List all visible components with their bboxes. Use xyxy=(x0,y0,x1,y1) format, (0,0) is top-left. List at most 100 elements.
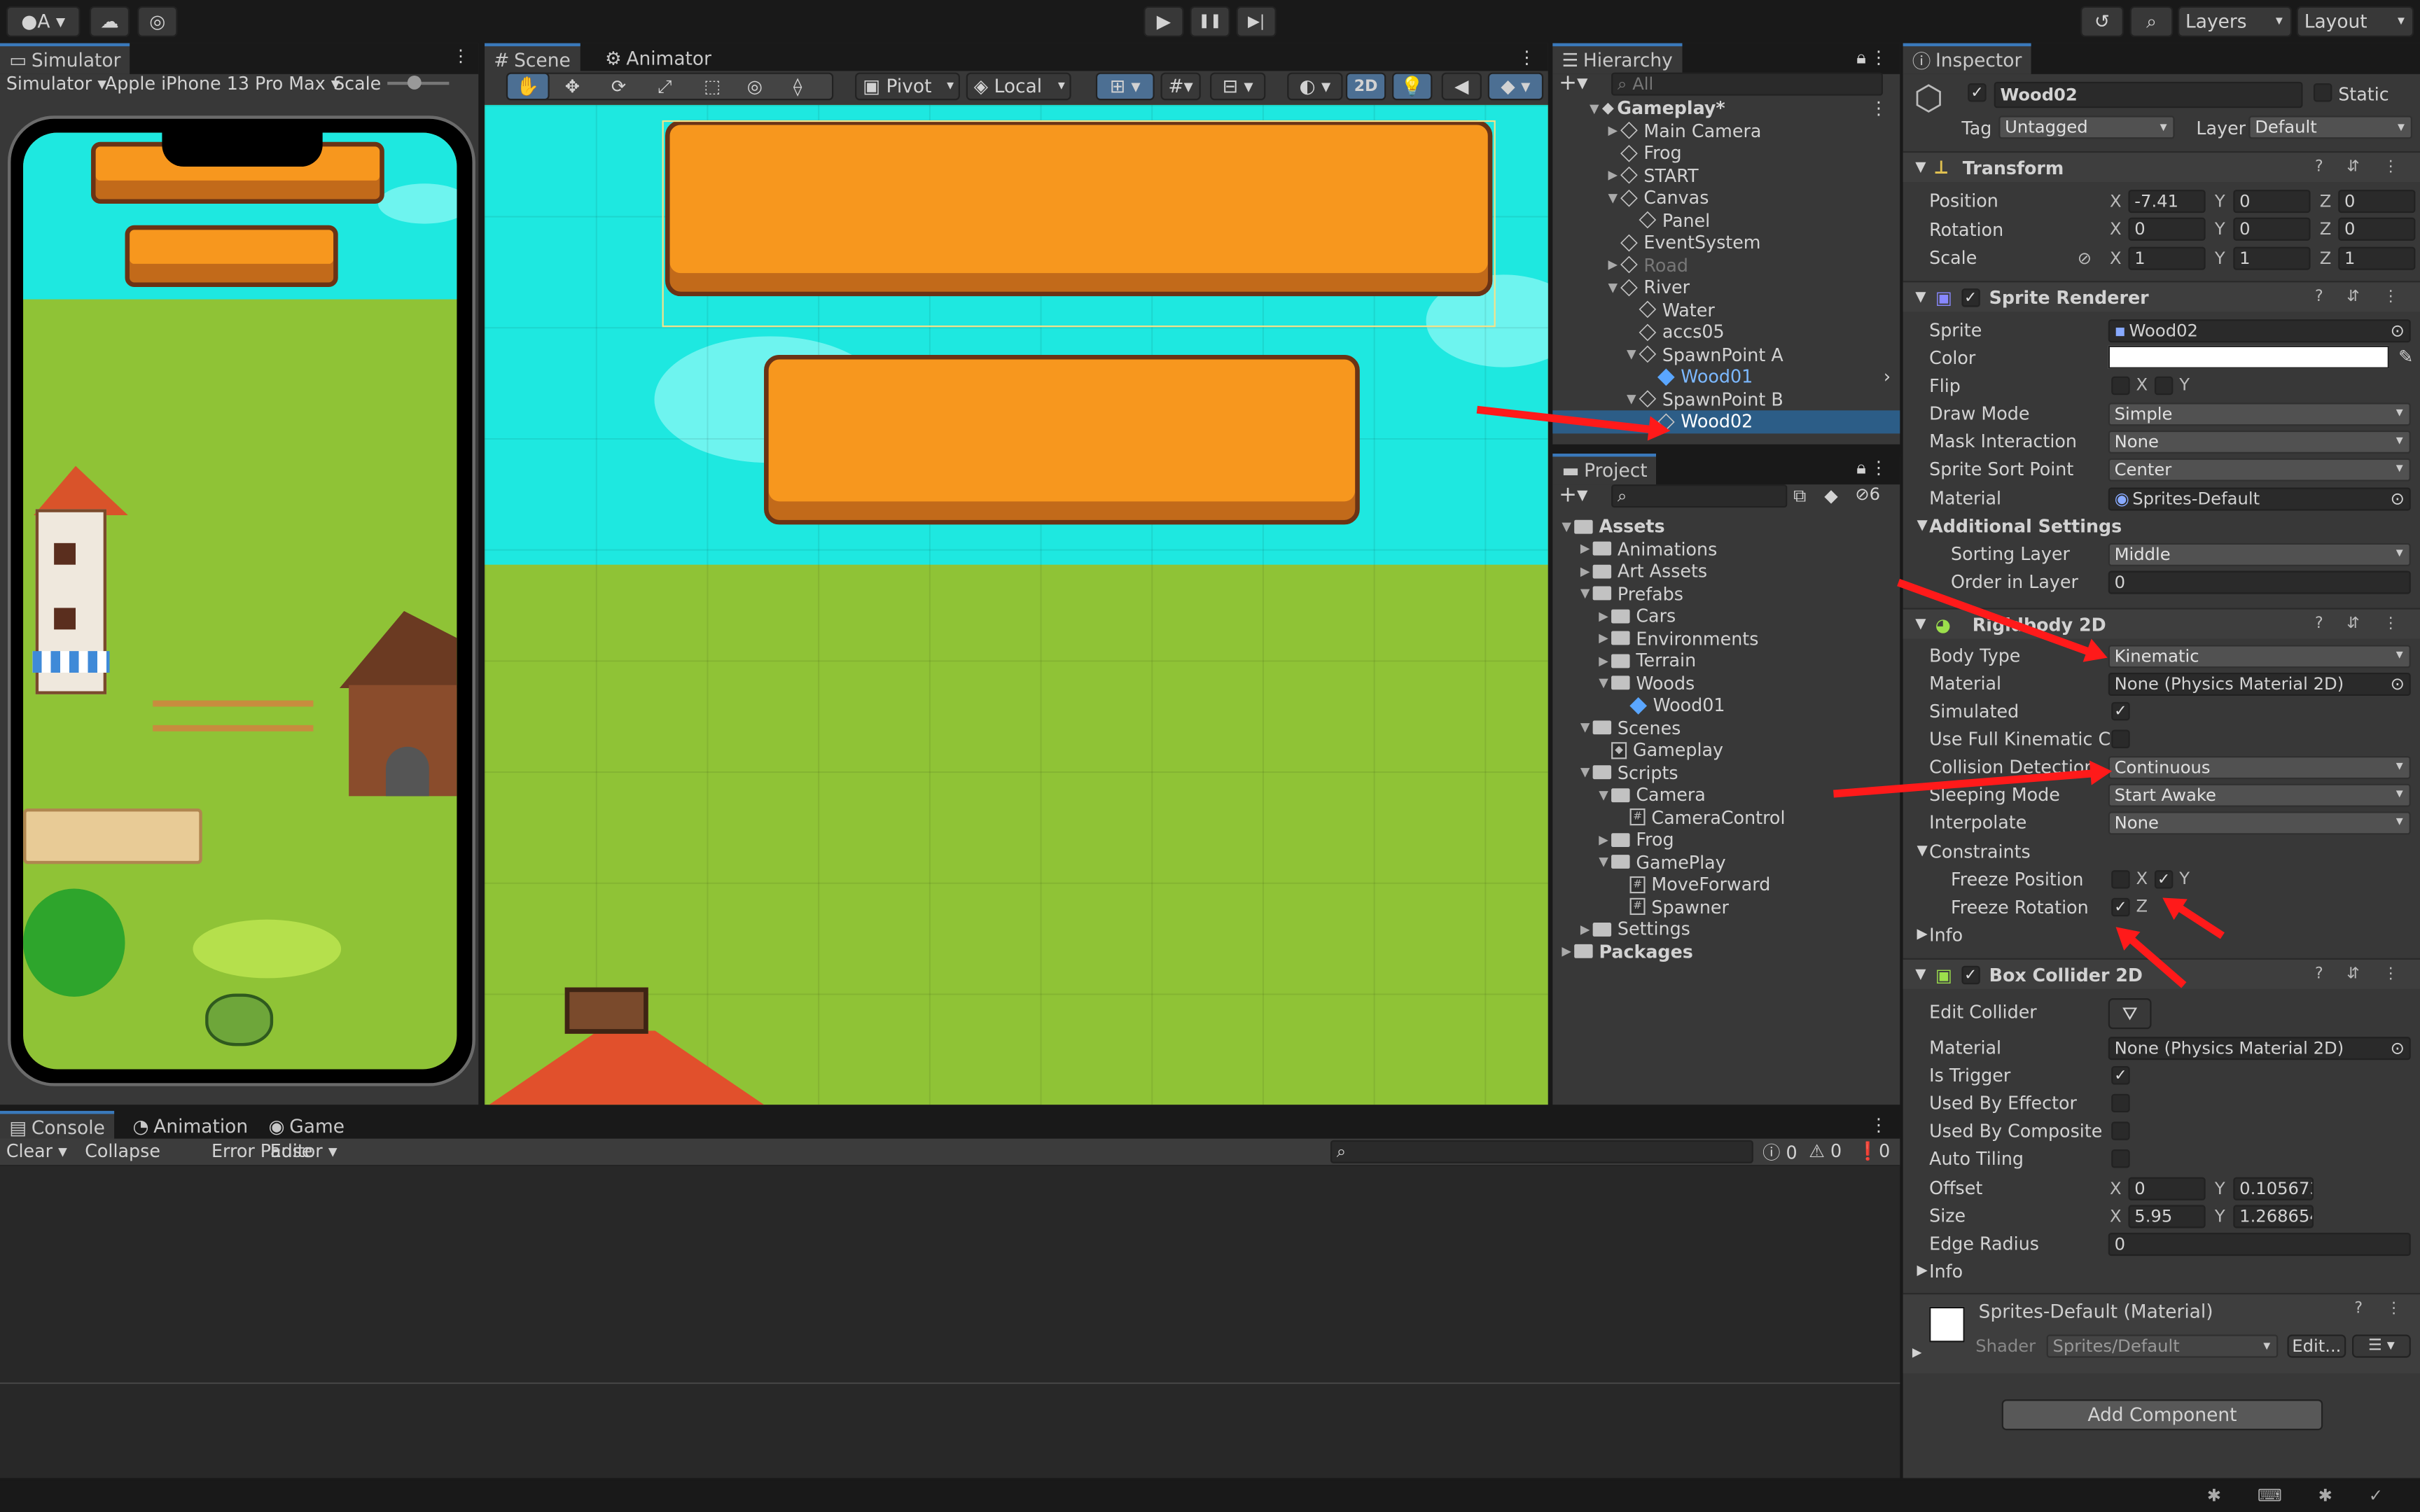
move-tool-icon[interactable]: ✥ xyxy=(565,76,580,97)
used-by-composite-checkbox[interactable] xyxy=(2111,1121,2130,1140)
scale-x-input[interactable]: 1 xyxy=(2128,246,2206,270)
mask-interaction-dropdown[interactable]: None xyxy=(2108,429,2411,453)
2d-toggle-button[interactable]: 2D xyxy=(1345,72,1386,101)
tab-animation[interactable]: ◔ Animation xyxy=(123,1111,257,1142)
account-dropdown[interactable]: ● A ▾ xyxy=(6,6,81,37)
undo-history-icon[interactable]: ↺ xyxy=(2080,6,2124,37)
project-item[interactable]: ▼ Scenes xyxy=(1552,717,1900,739)
body-type-dropdown[interactable]: Kinematic xyxy=(2108,644,2411,668)
project-item[interactable]: ▼ Prefabs xyxy=(1552,582,1900,605)
project-item[interactable]: ▶ Packages xyxy=(1552,940,1900,962)
position-y-input[interactable]: 0 xyxy=(2233,189,2311,213)
sprite-renderer-header[interactable]: ▼ ▣ ✓ Sprite Renderer? ⇵ ⋮ xyxy=(1903,281,2420,312)
size-x-input[interactable]: 5.95 xyxy=(2128,1204,2206,1228)
expand-arrow-icon[interactable]: ▼ xyxy=(1596,788,1611,802)
scale-y-input[interactable]: 1 xyxy=(2233,246,2311,270)
project-item[interactable]: ▶ Art Assets xyxy=(1552,560,1900,582)
color-swatch[interactable] xyxy=(2108,345,2389,369)
sprite-material-field[interactable]: ◉ Sprites-Default ⊙ xyxy=(2108,486,2411,510)
hierarchy-item[interactable]: ▼ Canvas xyxy=(1552,187,1900,209)
material-header-icons[interactable]: ? ⋮ xyxy=(2354,1301,2410,1317)
project-item[interactable]: # Spawner xyxy=(1552,895,1900,918)
collapse-arrow-icon[interactable]: ▶ xyxy=(1578,542,1593,556)
hierarchy-item[interactable]: ▶ Road xyxy=(1552,254,1900,276)
warning-toggle[interactable]: ⚠ 0 xyxy=(1809,1140,1842,1162)
shader-options-icon[interactable]: ☰ ▾ xyxy=(2352,1334,2411,1358)
project-item[interactable]: ◆ Gameplay xyxy=(1552,739,1900,762)
gameobject-name-input[interactable]: Wood02 xyxy=(1994,81,2303,108)
local-dropdown[interactable]: ◈ Local ▾ xyxy=(966,72,1071,101)
layout-dropdown[interactable]: Layout ▾ xyxy=(2296,6,2414,37)
hierarchy-item[interactable]: accs05 xyxy=(1552,321,1900,343)
scale-slider-handle[interactable] xyxy=(407,76,422,90)
more-menu-icon[interactable]: ⋮ xyxy=(1518,46,1536,68)
sprite-sort-point-dropdown[interactable]: Center xyxy=(2108,457,2411,481)
game-view[interactable] xyxy=(23,132,457,1070)
project-item[interactable]: ▼ Assets xyxy=(1552,515,1900,538)
freeze-position-y-checkbox[interactable]: ✓ xyxy=(2154,870,2174,889)
rotation-y-input[interactable]: 0 xyxy=(2233,217,2311,241)
console-search-input[interactable]: ⌕ xyxy=(1330,1140,1753,1163)
edge-radius-input[interactable]: 0 xyxy=(2108,1231,2411,1256)
hierarchy-item[interactable]: Water xyxy=(1552,298,1900,321)
project-item[interactable]: ▼ GamePlay xyxy=(1552,851,1900,874)
expand-material-icon[interactable]: ▶ xyxy=(1912,1345,1922,1359)
more-menu-icon[interactable]: ⋮ xyxy=(1870,456,1887,478)
expand-arrow-icon[interactable]: ▼ xyxy=(1624,347,1639,361)
status-icons[interactable]: ✱ ⌨ ✱ ✓ xyxy=(2207,1486,2398,1506)
hierarchy-search-input[interactable]: ⌕ All xyxy=(1611,72,1884,96)
edit-collider-button[interactable]: ⛛ xyxy=(2108,998,2152,1030)
info-toggle[interactable]: ⓘ 0 xyxy=(1762,1140,1797,1165)
tag-dropdown[interactable]: Untagged xyxy=(1998,115,2175,139)
is-trigger-checkbox[interactable]: ✓ xyxy=(2111,1066,2130,1085)
offset-x-input[interactable]: 0 xyxy=(2128,1176,2206,1200)
simulator-mode-dropdown[interactable]: Simulator ▾ xyxy=(6,73,106,94)
collapse-arrow-icon[interactable]: ▶ xyxy=(1578,923,1593,937)
project-item[interactable]: # CameraControl xyxy=(1552,806,1900,829)
additional-settings-row[interactable]: ▼ Additional Settings xyxy=(1907,512,2420,540)
hierarchy-item[interactable]: Panel xyxy=(1552,209,1900,232)
hierarchy-item[interactable]: ▼ SpawnPoint B xyxy=(1552,388,1900,410)
bc-info-row[interactable]: ▶ Info xyxy=(1907,1257,2420,1285)
collapse-arrow-icon[interactable]: ▶ xyxy=(1605,169,1620,183)
search-by-type-icon[interactable]: ⧉ xyxy=(1793,484,1806,507)
flip-y-checkbox[interactable] xyxy=(2154,376,2174,396)
expand-arrow-icon[interactable]: ▼ xyxy=(1624,392,1639,406)
step-button[interactable]: ▶| xyxy=(1236,6,1277,37)
collapse-arrow-icon[interactable]: ▶ xyxy=(1605,258,1620,272)
hierarchy-item[interactable]: ▼ ◆ Gameplay* ⋮ xyxy=(1552,97,1900,120)
project-item[interactable]: ▶ Settings xyxy=(1552,918,1900,940)
project-item[interactable]: ▶ Animations xyxy=(1552,538,1900,560)
used-by-effector-checkbox[interactable] xyxy=(2111,1093,2130,1113)
pause-button[interactable]: ❚❚ xyxy=(1190,6,1230,37)
project-item[interactable]: ▶ Frog xyxy=(1552,829,1900,851)
hierarchy-item[interactable]: Wood01 › xyxy=(1552,365,1900,388)
hierarchy-item[interactable]: ▼ River xyxy=(1552,276,1900,299)
tab-scene[interactable]: # Scene xyxy=(485,43,580,74)
bc-material-field[interactable]: None (Physics Material 2D) ⊙ xyxy=(2108,1036,2411,1060)
collapse-arrow-icon[interactable]: ▶ xyxy=(1559,944,1574,958)
expand-arrow-icon[interactable]: ▼ xyxy=(1578,587,1593,601)
project-item[interactable]: ▶ Environments xyxy=(1552,627,1900,650)
add-component-button[interactable]: Add Component xyxy=(2001,1399,2323,1431)
play-button[interactable]: ▶ xyxy=(1143,6,1184,37)
offset-y-input[interactable]: 0.105673 xyxy=(2233,1176,2314,1200)
cloud-icon[interactable]: ☁ xyxy=(89,6,130,37)
collapse-arrow-icon[interactable]: ▶ xyxy=(1596,654,1611,668)
sprite-field[interactable]: ▪ Wood02 ⊙ xyxy=(2108,318,2411,342)
rb-info-row[interactable]: ▶ Info xyxy=(1907,921,2420,949)
collapse-arrow-icon[interactable]: ▶ xyxy=(1578,564,1593,578)
scene-viewport[interactable] xyxy=(485,104,1548,1105)
collab-icon[interactable]: ◎ xyxy=(137,6,178,37)
draw-mode-icon[interactable]: ◐ ▾ xyxy=(1287,72,1343,101)
hierarchy-item[interactable]: ▼ SpawnPoint A xyxy=(1552,343,1900,365)
rect-tool-icon[interactable]: ⬚ xyxy=(704,76,721,97)
device-dropdown[interactable]: Apple iPhone 13 Pro Max ▾ xyxy=(105,73,340,94)
project-item[interactable]: ▼ Scripts xyxy=(1552,762,1900,784)
edit-shader-button[interactable]: Edit... xyxy=(2287,1334,2346,1358)
freeze-rotation-z-checkbox[interactable]: ✓ xyxy=(2111,897,2130,917)
collapse-arrow-icon[interactable]: ▶ xyxy=(1605,124,1620,138)
scale-tool-icon[interactable]: ⤢ xyxy=(658,76,672,99)
search-by-label-icon[interactable]: ◆ xyxy=(1824,484,1838,506)
sprite-renderer-enabled[interactable]: ✓ xyxy=(1961,288,1980,307)
